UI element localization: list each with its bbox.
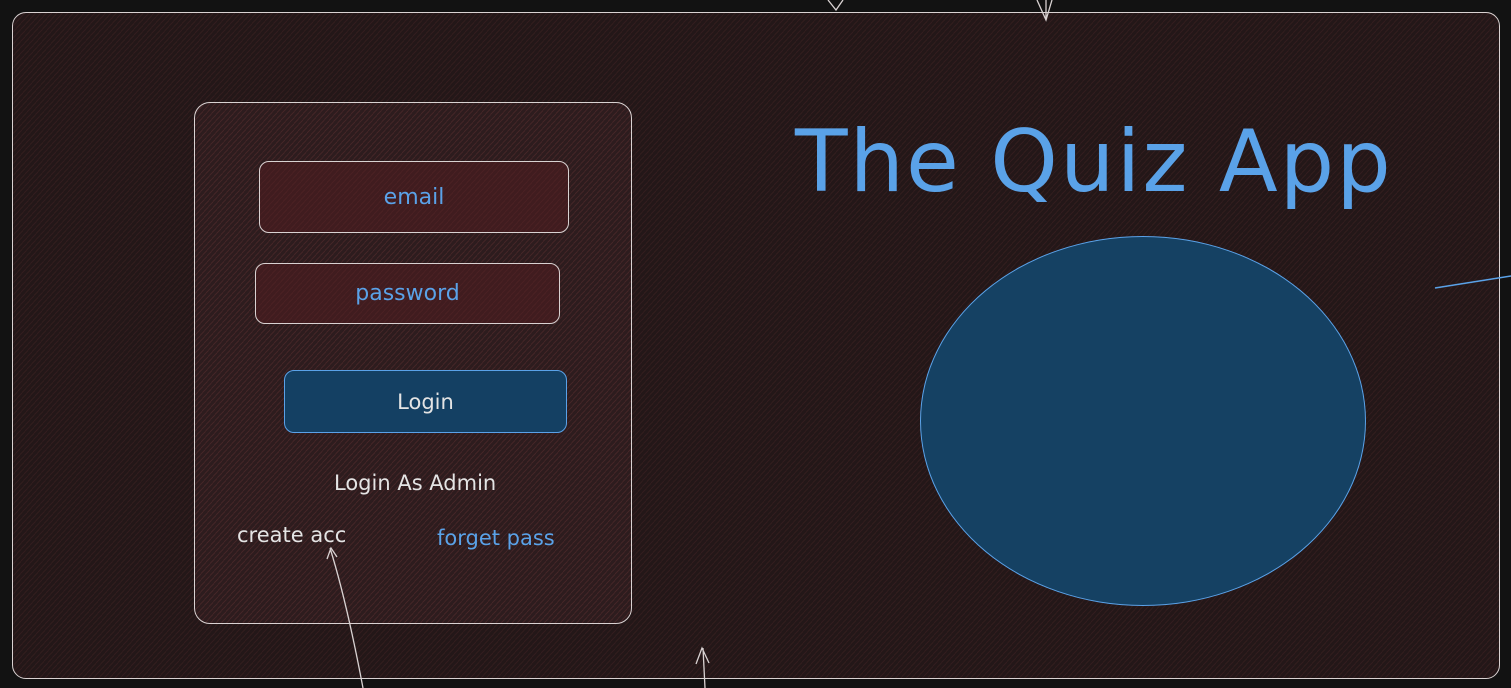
app-title: The Quiz App xyxy=(795,112,1393,212)
password-field[interactable]: password xyxy=(255,263,560,324)
forgot-password-link[interactable]: forget pass xyxy=(437,526,555,550)
login-button-label: Login xyxy=(397,389,454,414)
logo-circle xyxy=(920,236,1366,606)
password-placeholder: password xyxy=(355,281,460,306)
login-button[interactable]: Login xyxy=(284,370,567,433)
canvas: email password Login Login As Admin crea… xyxy=(0,0,1511,688)
email-placeholder: email xyxy=(383,184,445,210)
top-arrow-left xyxy=(827,0,844,12)
email-field[interactable]: email xyxy=(259,161,569,233)
create-account-link[interactable]: create acc xyxy=(237,523,346,547)
login-as-admin-link[interactable]: Login As Admin xyxy=(334,471,496,495)
